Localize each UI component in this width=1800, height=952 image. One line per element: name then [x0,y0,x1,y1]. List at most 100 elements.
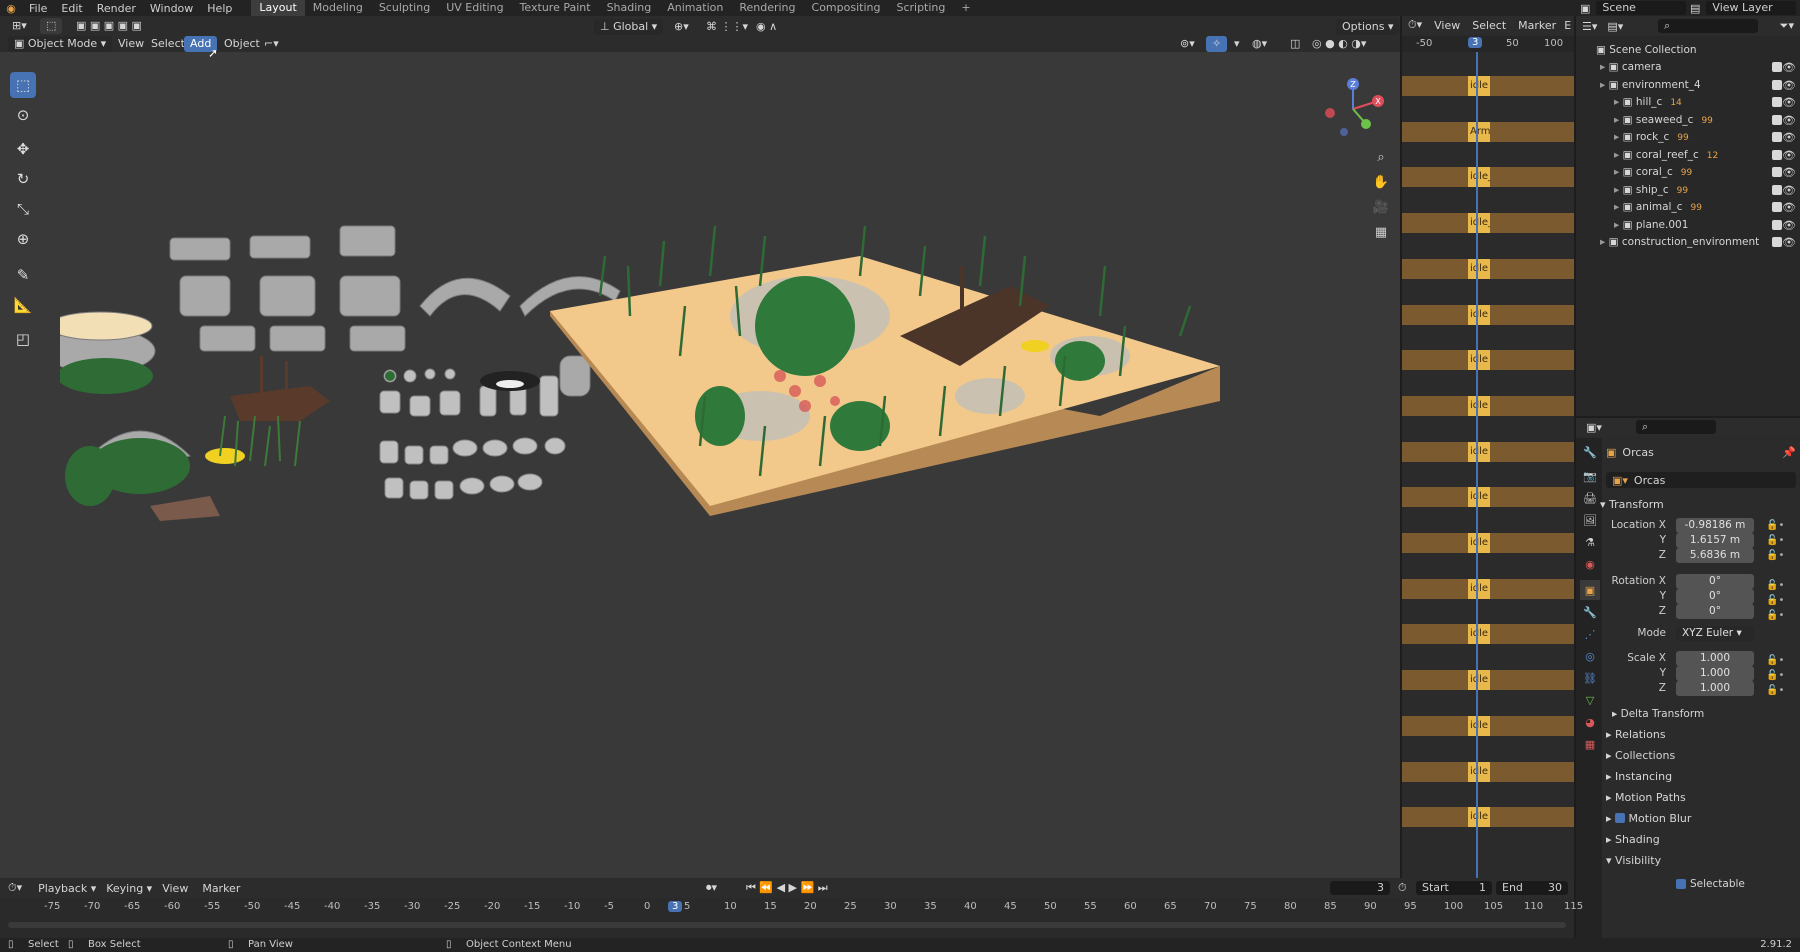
action-strip-row[interactable]: idle [1402,350,1574,371]
action-strip-row[interactable]: idle [1402,395,1574,416]
instancing-panel[interactable]: ▸ Instancing [1606,770,1672,783]
exclude-checkbox[interactable] [1772,114,1782,125]
visibility-eye-icon[interactable]: 👁 [1782,199,1796,216]
tab-sculpting[interactable]: Sculpting [371,0,438,16]
location-y-field[interactable]: 1.6157 m [1676,533,1754,548]
visibility-eye-icon[interactable]: 👁 [1782,164,1796,181]
material-tab-icon[interactable]: ◕ [1580,712,1600,732]
tab-rendering[interactable]: Rendering [731,0,803,16]
outliner-item[interactable]: ▸ ▣ rock_c 99 👁 [1576,129,1800,146]
visibility-eye-icon[interactable]: 👁 [1782,234,1796,251]
action-strip-row[interactable]: idle [1402,715,1574,736]
datablock-name[interactable]: Orcas [1634,474,1665,487]
pin-icon[interactable]: 📌 [1782,446,1796,459]
selectable-checkbox[interactable] [1676,879,1686,889]
scale-y-field[interactable]: 1.000 [1676,666,1754,681]
scale-tool-icon[interactable]: ⤡ [10,196,36,222]
action-strip-row[interactable]: idle [1402,487,1574,508]
action-strip[interactable]: idle_M [1468,167,1490,188]
editor-type-icon[interactable]: ⊞▾ [6,18,33,34]
expand-arrow-icon[interactable]: ▸ [1600,236,1609,248]
action-strip-row[interactable]: idle [1402,304,1574,325]
action-strip-row[interactable]: idle [1402,624,1574,645]
xray-icon[interactable]: ◫ [1284,36,1306,52]
menu-edit[interactable]: Edit [54,2,89,15]
display-mode-icon[interactable]: ▤▾ [1607,20,1623,33]
outliner[interactable]: ☰▾ ▤▾ ⌕ ⏷▾ ▣ Scene Collection ▸ ▣ camera… [1576,16,1800,416]
expand-arrow-icon[interactable]: ▸ [1614,184,1623,196]
blender-logo-icon[interactable]: ◉ [0,2,22,15]
output-tab-icon[interactable]: 🖨 [1580,488,1600,508]
tab-modeling[interactable]: Modeling [305,0,371,16]
start-frame-field[interactable]: Start 1 [1416,881,1492,895]
exclude-checkbox[interactable] [1772,62,1782,72]
properties-search-input[interactable]: ⌕ [1636,420,1716,434]
camera-view-icon[interactable]: 🎥 [1370,196,1392,218]
render-tab-icon[interactable]: 📷 [1580,466,1600,486]
3d-viewport[interactable]: ⊞▾ ⬚ ▣ ▣ ▣ ▣ ▣ ⊥ Global ▾ ⊕▾ ⌘ ⋮⋮▾ ◉ ∧ O… [0,16,1400,878]
proportional-edit-icon[interactable]: ◉ ∧ [750,19,783,35]
tab-shading[interactable]: Shading [599,0,660,16]
overlay-chevron-icon[interactable]: ▾ [1228,36,1246,52]
transform-orientation[interactable]: ⊥ Global ▾ [594,19,664,35]
dopesheet-editor-icon[interactable]: ⏱▾ [1408,18,1422,32]
tab-compositing[interactable]: Compositing [804,0,889,16]
expand-arrow-icon[interactable]: ▸ [1600,79,1609,91]
expand-arrow-icon[interactable]: ▸ [1614,131,1623,143]
motion-blur-checkbox[interactable] [1615,813,1626,823]
pivot-icon[interactable]: ⊕▾ [668,19,695,35]
outliner-item[interactable]: ▸ ▣ camera 👁 [1576,59,1800,76]
current-frame-field[interactable]: 3 [1330,881,1390,895]
collections-panel[interactable]: ▸ Collections [1606,749,1675,762]
rotation-mode-dropdown[interactable]: XYZ Euler ▾ [1676,626,1754,641]
visibility-eye-icon[interactable]: 👁 [1782,182,1796,199]
object-name[interactable]: Orcas [1622,446,1653,459]
add-workspace-button[interactable]: + [953,0,978,16]
exclude-checkbox[interactable] [1772,149,1782,160]
menu-help[interactable]: Help [200,2,239,15]
action-strip[interactable]: Armat [1468,121,1490,142]
delta-transform-panel[interactable]: ▸ Delta Transform [1612,708,1704,720]
visibility-eye-icon[interactable]: 👁 [1782,217,1796,234]
outliner-item[interactable]: ▸ ▣ plane.001 👁 [1576,217,1800,234]
select-box-tool-icon[interactable]: ⬚ [10,72,36,98]
visibility-eye-icon[interactable]: 👁 [1782,77,1796,94]
action-strip[interactable]: idle [1468,487,1490,508]
cursor-tool-icon[interactable]: ⊙ [10,102,36,128]
gizmo-toggle-icon[interactable]: ✧ [1206,36,1228,52]
properties-editor[interactable]: ▣▾ ⌕ 🔧 📷 🖨 🖼 ⚗ ◉ ▣ 🔧 ⋰ ◎ ⛓ ▽ ◕ ▦ ▣ Orcas… [1576,418,1800,952]
action-strip[interactable]: idle [1468,76,1490,96]
scene-selector[interactable]: ▣ Scene [1580,1,1687,15]
tab-uv-editing[interactable]: UV Editing [438,0,511,16]
zoom-icon[interactable]: ⌕ [1370,146,1392,168]
visibility-eye-icon[interactable]: 👁 [1782,129,1796,146]
expand-arrow-icon[interactable]: ▸ [1614,114,1623,126]
action-strip-row[interactable]: idle [1402,76,1574,96]
timeline-editor[interactable]: ⏱▾ Playback ▾ Keying ▾ View Marker ⏺▾ ⏮ … [0,878,1583,938]
rotate-tool-icon[interactable]: ↻ [10,166,36,192]
visibility-eye-icon[interactable]: 👁 [1782,147,1796,164]
shading-modes[interactable]: ◎ ● ◐ ◑▾ [1306,36,1372,52]
snap-icon[interactable]: ⌘ ⋮⋮▾ [700,19,754,35]
motion-blur-panel[interactable]: ▸ Motion Blur [1606,812,1691,825]
action-strip-row[interactable]: idle_M [1402,167,1574,188]
action-strip[interactable]: idle_O [1468,213,1490,234]
action-strip-row[interactable]: idle [1402,258,1574,279]
texture-tab-icon[interactable]: ▦ [1580,734,1600,754]
action-strip[interactable]: idle [1468,624,1490,645]
menu-window[interactable]: Window [143,2,200,15]
transform-tool-icon[interactable]: ⊕ [10,226,36,252]
record-icon[interactable]: ⏺▾ [706,881,717,895]
pan-hand-icon[interactable]: ✋ [1370,171,1392,193]
current-frame-indicator[interactable]: 3 [1468,37,1483,48]
tab-animation[interactable]: Animation [659,0,731,16]
action-strip[interactable]: idle [1468,670,1490,691]
scale-z-field[interactable]: 1.000 [1676,681,1754,696]
action-strip[interactable]: idle [1468,304,1490,325]
menu-render[interactable]: Render [90,2,143,15]
motion-paths-panel[interactable]: ▸ Motion Paths [1606,791,1686,804]
expand-arrow-icon[interactable]: ▸ [1614,201,1623,213]
keying-menu[interactable]: Keying ▾ [106,882,152,895]
rotation-z-field[interactable]: 0° [1676,604,1754,619]
move-tool-icon[interactable]: ✥ [10,136,36,162]
